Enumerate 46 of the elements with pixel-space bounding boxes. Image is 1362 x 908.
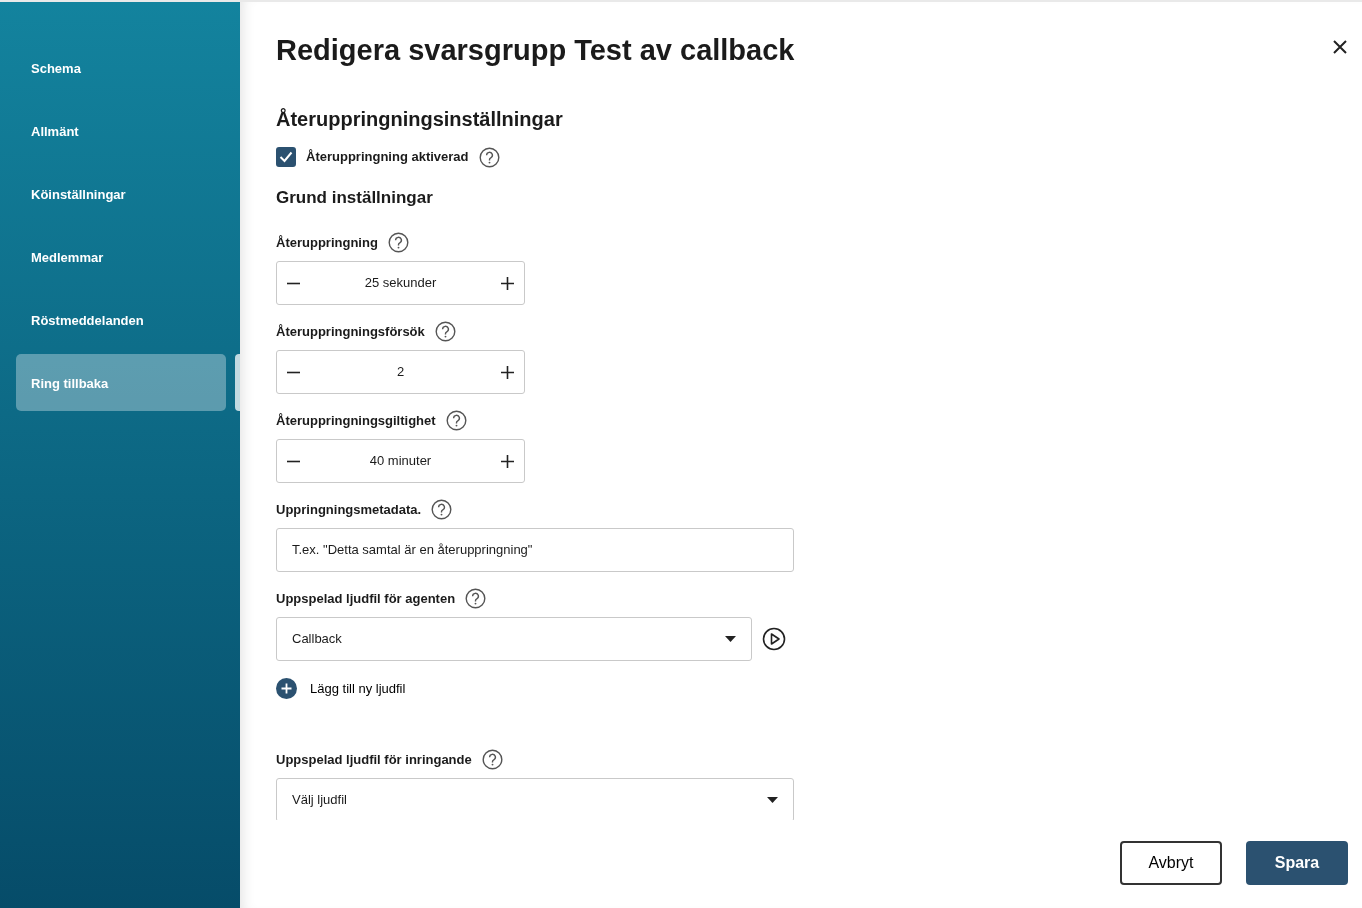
field-label: Uppspelad ljudfil för agenten xyxy=(276,589,456,608)
dropdown[interactable]: Välj ljudfil xyxy=(276,778,794,820)
checkbox[interactable] xyxy=(276,147,296,168)
sidebar-item[interactable]: Röstmeddelanden xyxy=(16,291,226,348)
plus-icon xyxy=(501,455,514,469)
stepper-value: 2 xyxy=(396,363,405,382)
stepper-field[interactable]: 40 minuter xyxy=(276,439,525,483)
add-audio-link[interactable]: Lägg till ny ljudfil xyxy=(276,678,406,699)
sidebar-item[interactable]: Schema xyxy=(16,39,226,96)
close-icon xyxy=(1332,38,1348,55)
stepper-field[interactable]: 2 xyxy=(276,350,525,394)
stepper-value: 40 minuter xyxy=(369,452,432,471)
sidebar-item[interactable]: Köinställningar xyxy=(16,165,226,222)
caret-icon xyxy=(767,797,778,803)
plus-icon xyxy=(501,366,514,380)
dropdown[interactable]: Callback xyxy=(276,617,752,661)
field-label: Återuppringningsgiltighet xyxy=(276,411,436,430)
help-icon[interactable] xyxy=(465,588,487,609)
save-button[interactable]: Spara xyxy=(1246,841,1348,885)
cancel-button[interactable]: Avbryt xyxy=(1120,841,1222,885)
help-icon[interactable] xyxy=(431,499,453,520)
help-icon[interactable] xyxy=(387,232,409,253)
section-title: Återuppringningsinställningar xyxy=(276,106,564,131)
field-label: Återuppringningsförsök xyxy=(276,322,425,341)
input-field[interactable]: T.ex. "Detta samtal är en återuppringning" xyxy=(276,528,794,572)
play-button[interactable] xyxy=(760,626,786,652)
sidebar-item[interactable]: Medlemmar xyxy=(16,228,226,285)
caret-icon xyxy=(725,636,736,642)
dropdown-placeholder: Välj ljudfil xyxy=(292,791,347,810)
plus-icon xyxy=(276,678,297,699)
dropdown-value: Callback xyxy=(292,630,342,649)
field-label: Uppspelad ljudfil för inringande xyxy=(276,750,472,769)
help-icon[interactable] xyxy=(434,321,456,342)
dialog-title: Redigera svarsgrupp Test av callback xyxy=(276,33,795,68)
subsection-title: Grund inställningar xyxy=(276,187,434,208)
stepper-field[interactable]: 25 sekunder xyxy=(276,261,525,305)
field-label: Återuppringning xyxy=(276,233,378,252)
sidebar-item[interactable]: Allmänt xyxy=(16,102,226,159)
checkbox-label: Återuppringning aktiverad xyxy=(306,148,469,167)
help-icon[interactable] xyxy=(478,146,500,168)
plus-icon xyxy=(501,277,514,291)
help-icon[interactable] xyxy=(445,410,467,431)
field-label: Uppringningsmetadata. xyxy=(276,500,422,519)
stepper-value: 25 sekunder xyxy=(364,274,437,293)
help-icon[interactable] xyxy=(481,749,503,770)
play-icon xyxy=(762,627,786,652)
